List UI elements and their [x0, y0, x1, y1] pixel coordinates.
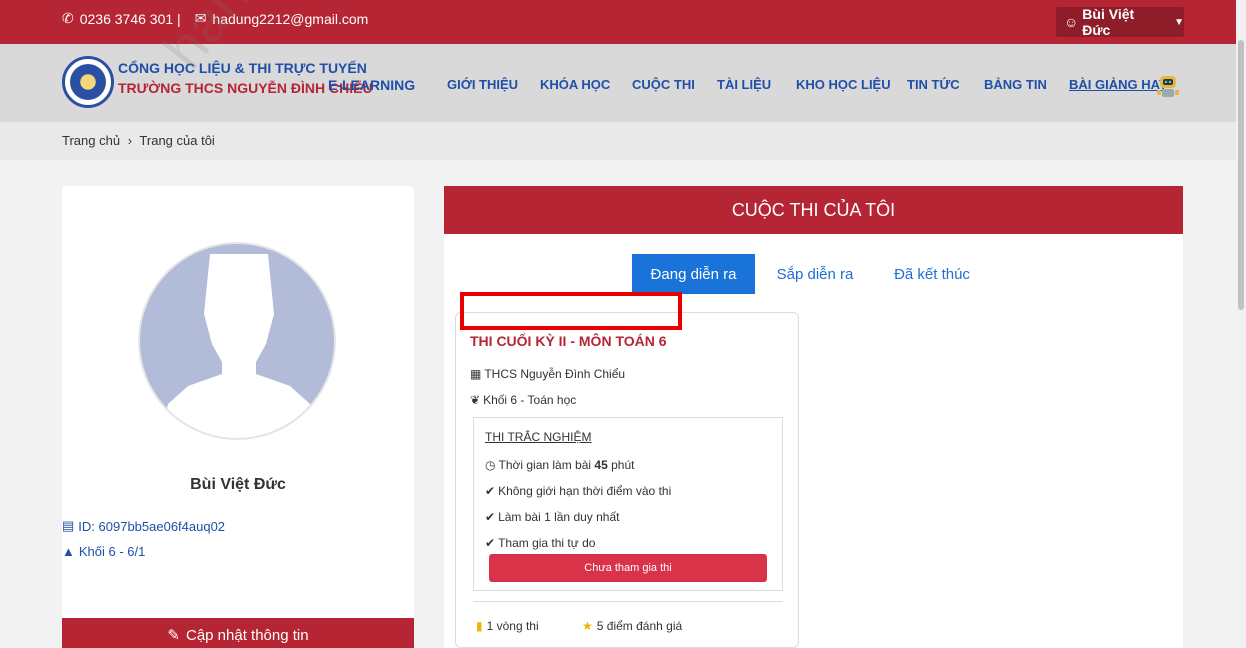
- contest-rule-row: ✔ Tham gia thi tự do: [485, 536, 595, 550]
- contest-time-prefix: Thời gian làm bài: [498, 458, 595, 472]
- phone-number[interactable]: 0236 3746 301 |: [80, 11, 181, 27]
- contest-rounds-text: 1 vòng thi: [486, 619, 539, 633]
- brand-line-1[interactable]: CỔNG HỌC LIỆU & THI TRỰC TUYẾN: [118, 60, 367, 76]
- id-card-icon: ▤: [62, 518, 75, 533]
- robot-icon: [1157, 76, 1179, 97]
- contest-school-text: THCS Nguyễn Đình Chiểu: [484, 367, 626, 381]
- page-scrollbar[interactable]: [1236, 0, 1246, 648]
- contest-subject-text: Khối 6 - Toán học: [483, 393, 577, 407]
- building-icon: ▦: [470, 367, 482, 381]
- contest-rule-text: Không giới hạn thời điểm vào thi: [498, 484, 672, 498]
- highlight-annotation-box: [460, 292, 682, 330]
- contest-time-suffix: phút: [607, 458, 635, 472]
- contest-subject: ❦ Khối 6 - Toán học: [470, 393, 576, 407]
- join-contest-button[interactable]: Chưa tham gia thi: [489, 554, 767, 582]
- tab-upcoming[interactable]: Sắp diễn ra: [767, 254, 863, 294]
- contest-rule-text: Tham gia thi tự do: [498, 536, 596, 550]
- profile-name: Bùi Việt Đức: [190, 476, 286, 493]
- email-address[interactable]: hadung2212@gmail.com: [212, 11, 368, 27]
- check-circle-icon: ✔: [485, 484, 496, 498]
- user-menu-label: Bùi Việt Đức: [1082, 6, 1135, 38]
- profile-card: Bùi Việt Đức ▤ ID: 6097bb5ae06f4auq02 ▲ …: [62, 186, 414, 648]
- nav-tai-lieu[interactable]: TÀI LIỆU: [717, 77, 771, 92]
- tab-finished[interactable]: Đã kết thúc: [882, 254, 982, 294]
- update-profile-label: Cập nhật thông tin: [185, 626, 309, 644]
- contest-card: THI CUỐI KỲ II - MÔN TOÁN 6 ▦ THCS Nguyễ…: [455, 312, 799, 648]
- breadcrumb: Trang chủ › Trang của tôi: [62, 133, 215, 148]
- avatar: [138, 242, 336, 440]
- check-circle-icon: ✔: [485, 510, 496, 524]
- clock-icon: ◷: [485, 458, 496, 472]
- contest-school: ▦ THCS Nguyễn Đình Chiểu: [470, 367, 625, 381]
- school-logo[interactable]: [62, 56, 114, 108]
- contest-rating-text: 5 điểm đánh giá: [596, 619, 683, 633]
- book-icon: ▮: [476, 619, 483, 633]
- nav-tin-tuc[interactable]: TIN TỨC: [907, 77, 960, 92]
- breadcrumb-bar: Trang chủ › Trang của tôi: [0, 122, 1236, 160]
- top-bar: ✆ 0236 3746 301 | ✉ hadung2212@gmail.com…: [0, 0, 1236, 44]
- breadcrumb-current: Trang của tôi: [139, 133, 215, 148]
- breadcrumb-separator: ›: [127, 133, 133, 148]
- contact-info: ✆ 0236 3746 301 | ✉ hadung2212@gmail.com: [62, 10, 368, 27]
- tab-ongoing[interactable]: Đang diễn ra: [632, 254, 755, 294]
- profile-grade: ▲ Khối 6 - 6/1: [62, 544, 145, 559]
- contest-rule-row: ✔ Không giới hạn thời điểm vào thi: [485, 484, 671, 498]
- caret-down-icon: ▼: [1174, 16, 1184, 28]
- contest-time-row: ◷ Thời gian làm bài 45 phút: [485, 458, 634, 472]
- profile-id-text: ID: 6097bb5ae06f4auq02: [78, 518, 226, 534]
- nav-gioi-thieu[interactable]: GIỚI THIỆU: [447, 77, 518, 92]
- contest-time-value: 45: [594, 458, 608, 472]
- user-menu-button[interactable]: ☺ Bùi Việt Đức ▼: [1056, 6, 1184, 38]
- email-icon: ✉: [194, 10, 207, 26]
- star-icon: ★: [582, 619, 593, 633]
- default-avatar-silhouette-icon: [159, 254, 319, 438]
- nav-cuoc-thi[interactable]: CUỘC THI: [632, 77, 695, 92]
- scrollbar-thumb[interactable]: [1238, 40, 1244, 310]
- contest-rating: ★ 5 điểm đánh giá: [582, 619, 682, 633]
- leaf-icon: ❦: [470, 393, 481, 407]
- check-circle-icon: ✔: [485, 536, 496, 550]
- edit-icon: ✎: [167, 627, 180, 644]
- graduation-cap-icon: ▲: [62, 544, 75, 559]
- user-circle-icon: ☺: [1064, 14, 1079, 30]
- contest-details-box: THI TRẮC NGHIỆM ◷ Thời gian làm bài 45 p…: [473, 417, 783, 591]
- contest-rule-text: Làm bài 1 lần duy nhất: [498, 510, 620, 524]
- contest-rounds: ▮ 1 vòng thi: [476, 619, 539, 633]
- card-divider: [473, 601, 783, 602]
- breadcrumb-home[interactable]: Trang chủ: [62, 133, 120, 148]
- my-contests-panel: CUỘC THI CỦA TÔI Đang diễn ra Sắp diễn r…: [444, 186, 1183, 648]
- site-header: CỔNG HỌC LIỆU & THI TRỰC TUYẾN TRƯỜNG TH…: [0, 44, 1236, 122]
- nav-bai-giang-hay[interactable]: BÀI GIẢNG HAY: [1069, 77, 1167, 92]
- phone-icon: ✆: [62, 10, 74, 26]
- profile-grade-text: Khối 6 - 6/1: [78, 544, 146, 559]
- brand-elearning[interactable]: E-LEARNING: [328, 77, 415, 93]
- nav-bang-tin[interactable]: BẢNG TIN: [984, 77, 1047, 92]
- contest-name[interactable]: THI CUỐI KỲ II - MÔN TOÁN 6: [470, 333, 667, 349]
- nav-khoa-hoc[interactable]: KHÓA HỌC: [540, 77, 610, 92]
- profile-id: ▤ ID: 6097bb5ae06f4auq02: [62, 518, 225, 534]
- contests-title: CUỘC THI CỦA TÔI: [444, 186, 1183, 234]
- contest-rule-row: ✔ Làm bài 1 lần duy nhất: [485, 510, 619, 524]
- nav-kho-hoc-lieu[interactable]: KHO HỌC LIỆU: [796, 77, 891, 92]
- update-profile-button[interactable]: ✎ Cập nhật thông tin: [62, 618, 414, 648]
- contest-type: THI TRẮC NGHIỆM: [485, 430, 592, 444]
